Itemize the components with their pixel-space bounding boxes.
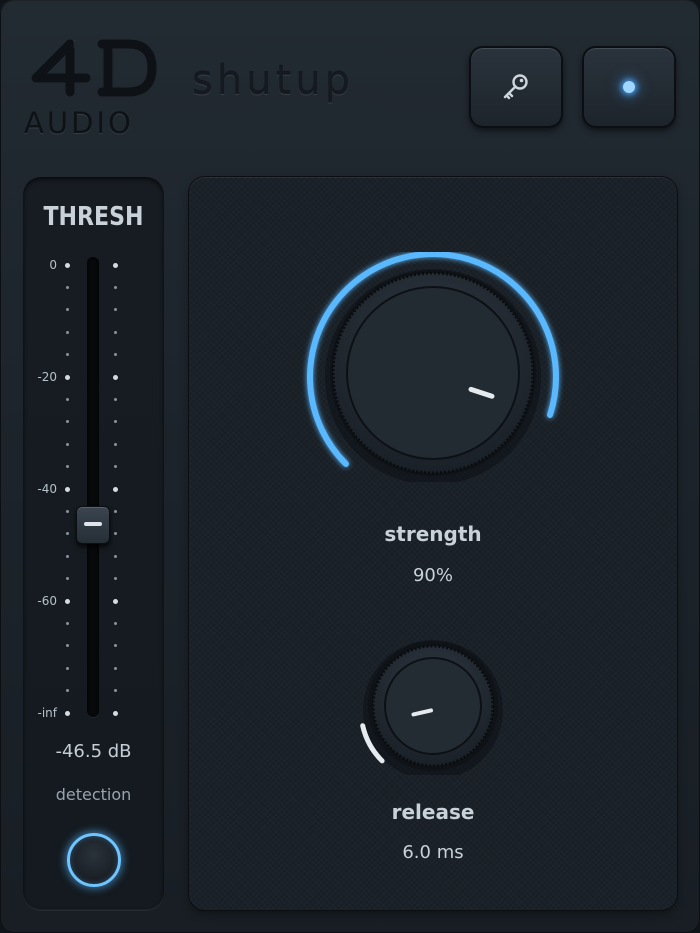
power-led-icon — [623, 81, 635, 93]
fader-major-tick — [64, 710, 70, 716]
fader-tick — [65, 397, 69, 401]
fader-tick — [65, 420, 69, 424]
scale-label-inf: -inf — [37, 706, 58, 720]
fader-tick — [113, 397, 117, 401]
threshold-fader[interactable]: 0 -20 -40 -60 -inf — [23, 257, 164, 727]
power-button[interactable] — [582, 46, 676, 128]
fader-tick — [65, 308, 69, 312]
fader-major-tick — [112, 374, 118, 380]
fader-tick — [113, 666, 117, 670]
fader-tick — [113, 554, 117, 558]
fader-tick — [65, 285, 69, 289]
fader-tick — [113, 689, 117, 693]
fader-tick — [113, 644, 117, 648]
fader-tick — [65, 577, 69, 581]
fader-tick — [65, 353, 69, 357]
product-name: shutup — [192, 58, 354, 104]
fader-tick — [113, 353, 117, 357]
strength-label: strength — [384, 522, 482, 546]
main-panel: strength 90% release 6.0 ms — [189, 177, 677, 910]
release-value: 6.0 ms — [402, 842, 464, 863]
plugin-window: AUDIO shutup THRESH 0 -20 -40 -60 -inf -… — [0, 0, 700, 933]
threshold-value: -46.5 dB — [55, 741, 132, 762]
fader-tick — [113, 420, 117, 424]
scale-label-minus40: -40 — [37, 482, 57, 496]
strength-knob[interactable] — [299, 252, 569, 482]
fader-tick — [65, 442, 69, 446]
key-icon — [503, 74, 528, 100]
fader-tick — [65, 509, 69, 513]
fader-major-tick — [112, 598, 118, 604]
scale-label-0: 0 — [49, 258, 57, 272]
strength-value: 90% — [412, 565, 453, 586]
scale-label-minus60: -60 — [37, 594, 57, 608]
fader-major-tick — [112, 710, 118, 716]
fader-tick — [65, 330, 69, 334]
fader-tick — [113, 532, 117, 536]
release-knob[interactable] — [351, 630, 511, 775]
fader-major-tick — [112, 262, 118, 268]
threshold-panel: THRESH 0 -20 -40 -60 -inf -46.5 dB detec… — [23, 177, 164, 910]
license-key-button[interactable] — [469, 46, 563, 128]
fader-major-tick — [112, 486, 118, 492]
fader-tick — [65, 465, 69, 469]
logo-text: AUDIO — [24, 106, 134, 140]
brand-logo: AUDIO — [24, 38, 164, 140]
fader-tick — [65, 532, 69, 536]
fader-tick — [113, 285, 117, 289]
fader-tick — [113, 308, 117, 312]
fader-tick — [113, 330, 117, 334]
fader-tick — [65, 689, 69, 693]
scale-label-minus20: -20 — [37, 370, 57, 384]
fader-major-tick — [64, 598, 70, 604]
fader-tick — [65, 621, 69, 625]
fader-major-tick — [64, 262, 70, 268]
detection-label: detection — [55, 785, 132, 804]
fader-track[interactable] — [87, 257, 99, 717]
fader-handle[interactable] — [76, 506, 110, 545]
fader-tick — [65, 666, 69, 670]
threshold-title: THRESH — [43, 202, 144, 232]
fader-tick — [113, 442, 117, 446]
fader-tick — [113, 577, 117, 581]
fader-tick — [113, 621, 117, 625]
fader-major-tick — [64, 486, 70, 492]
detection-button[interactable] — [67, 833, 121, 887]
fader-tick — [113, 465, 117, 469]
logo-mark — [31, 39, 157, 97]
fader-tick — [65, 644, 69, 648]
fader-tick — [65, 554, 69, 558]
fader-major-tick — [64, 374, 70, 380]
release-label: release — [391, 800, 475, 824]
fader-tick — [113, 509, 117, 513]
